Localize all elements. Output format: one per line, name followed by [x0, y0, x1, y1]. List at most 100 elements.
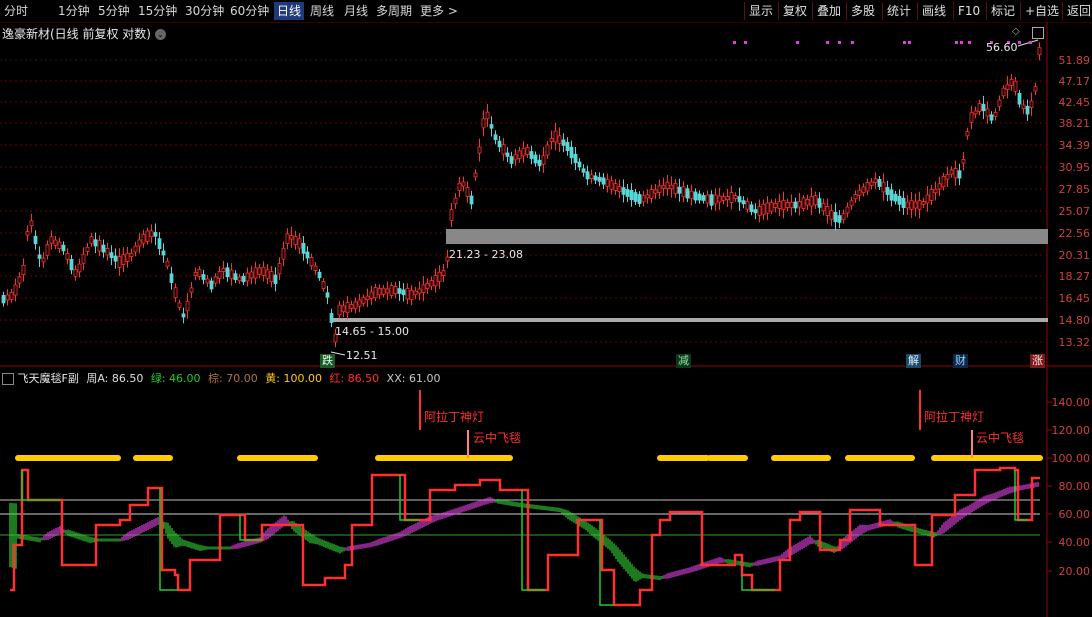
candle-body: [541, 155, 546, 165]
candle-body: [781, 200, 786, 210]
signal-dot: [908, 41, 911, 44]
candle-body: [309, 257, 314, 267]
y-tick: 18.27: [1058, 270, 1091, 283]
candle-body: [761, 203, 766, 216]
candle-body: [53, 239, 58, 246]
candle-body: [397, 288, 402, 294]
y-tick: 47.17: [1058, 75, 1091, 88]
candle-body: [585, 171, 590, 180]
candle-body: [273, 274, 278, 285]
candle-body: [949, 169, 954, 175]
candle-body: [285, 233, 290, 244]
candle-body: [581, 168, 586, 173]
candle-body: [529, 151, 534, 159]
candle-body: [737, 196, 742, 203]
ind-y-tick: 100.00: [1051, 452, 1091, 465]
candle-body: [685, 188, 690, 199]
candle-body: [141, 233, 146, 244]
candle-body: [221, 268, 226, 272]
candle-body: [1021, 104, 1026, 109]
candle-body: [677, 186, 682, 194]
indicator-legend: 飞天魔毯F副 周A: 86.50 绿: 46.00 棕: 70.00 黄: 10…: [2, 370, 440, 386]
candle-body: [521, 147, 526, 157]
candle-body: [109, 252, 114, 258]
candle-body: [469, 195, 474, 205]
candle-body: [225, 267, 230, 278]
candle-body: [937, 183, 942, 190]
candle-body: [785, 202, 790, 208]
candle-body: [265, 269, 270, 279]
candle-body: [981, 103, 986, 112]
step-line-red: [10, 466, 1040, 607]
candle-body: [805, 199, 810, 206]
event-tag-drop[interactable]: 跌: [320, 354, 335, 368]
candle-body: [501, 144, 506, 155]
candle-body: [709, 194, 714, 206]
candle-body: [173, 287, 178, 299]
candle-body: [525, 147, 530, 155]
candle-body: [989, 114, 994, 121]
candle-body: [869, 181, 874, 186]
event-tag-finance[interactable]: 财: [953, 354, 968, 368]
candle-body: [297, 238, 302, 249]
candle-body: [337, 304, 342, 316]
candle-body: [729, 192, 734, 203]
candle-body: [641, 195, 646, 203]
candle-body: [565, 142, 570, 151]
legend-red: 红: 86.50: [329, 372, 380, 385]
candle-body: [381, 287, 386, 295]
candle-body: [361, 297, 366, 304]
candle-body: [853, 194, 858, 200]
kline-chart[interactable]: [0, 0, 1092, 617]
signal-dot: [1029, 41, 1032, 44]
candle-body: [277, 263, 282, 275]
candle-body: [885, 187, 890, 195]
candle-body: [533, 154, 538, 164]
candle-body: [489, 124, 494, 129]
candle-body: [253, 267, 258, 279]
candle-body: [413, 290, 418, 296]
event-tag-unlock[interactable]: 解: [906, 354, 921, 368]
candle-body: [401, 289, 406, 296]
candle-body: [441, 269, 446, 277]
candle-body: [865, 182, 870, 192]
ind-y-tick: 140.00: [1051, 396, 1091, 409]
candle-body: [837, 215, 842, 223]
y-tick: 51.89: [1058, 54, 1091, 67]
candle-body: [917, 200, 922, 210]
candle-body: [977, 103, 982, 112]
candle-body: [957, 170, 962, 179]
stock-title: 逸豪新材(日线 前复权 对数) ⌄: [2, 25, 166, 42]
candle-body: [629, 189, 634, 201]
candle-body: [985, 108, 990, 117]
candle-body: [49, 236, 54, 244]
legend-zhou: 周A: 86.50: [86, 372, 144, 385]
panel-toggle-icon[interactable]: [1032, 27, 1044, 39]
candle-body: [197, 269, 202, 277]
candle-body: [393, 286, 398, 295]
candle-body: [613, 183, 618, 191]
candle-body: [893, 193, 898, 202]
candle-body: [385, 288, 390, 294]
candle-body: [725, 196, 730, 201]
candle-body: [637, 194, 642, 204]
candle-body: [457, 182, 462, 192]
candle-body: [233, 273, 238, 281]
event-tag-reduce[interactable]: 减: [676, 354, 691, 368]
candle-body: [25, 231, 30, 236]
event-tag-rise[interactable]: 涨: [1030, 354, 1045, 368]
candle-body: [817, 198, 822, 208]
y-tick: 13.32: [1058, 336, 1091, 349]
candle-body: [913, 201, 918, 209]
signal-label-aladdin: 阿拉丁神灯: [424, 410, 485, 424]
indicator-settings-icon[interactable]: [2, 373, 14, 385]
candle-body: [845, 206, 850, 214]
candle-body: [313, 265, 318, 271]
candle-body: [517, 150, 522, 159]
candle-body: [1037, 47, 1042, 56]
candle-body: [293, 235, 298, 245]
chevron-down-icon[interactable]: ⌄: [154, 29, 166, 40]
candle-body: [617, 186, 622, 192]
candle-body: [349, 304, 354, 309]
candle-body: [9, 291, 14, 300]
